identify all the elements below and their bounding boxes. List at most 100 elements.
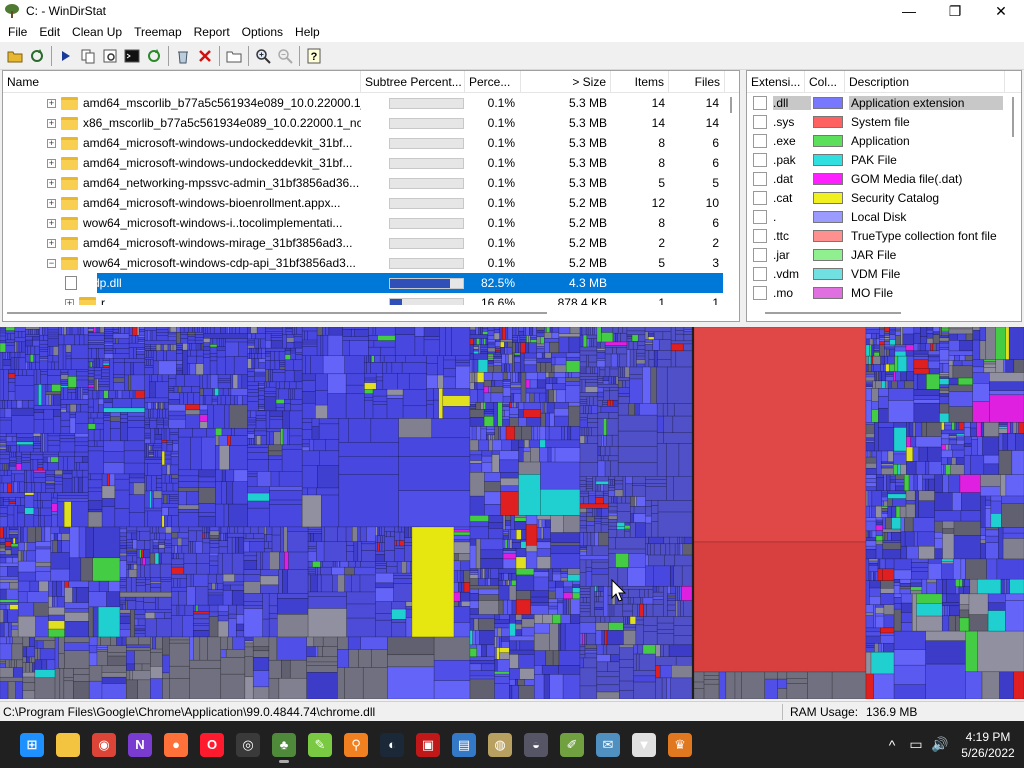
treemap-cell[interactable] xyxy=(60,387,64,400)
treemap-cell[interactable] xyxy=(939,403,950,414)
treemap-cell[interactable] xyxy=(865,540,877,547)
treemap-cell[interactable] xyxy=(178,475,200,482)
treemap-cell[interactable] xyxy=(879,327,885,330)
treemap-cell[interactable] xyxy=(144,490,150,509)
treemap-cell[interactable] xyxy=(244,656,254,678)
treemap-cell[interactable] xyxy=(217,611,229,616)
treemap-cell[interactable] xyxy=(301,327,318,332)
treemap-cell[interactable] xyxy=(926,338,934,344)
treemap-cell[interactable] xyxy=(263,541,269,549)
treemap-cell[interactable] xyxy=(941,449,953,458)
treemap-cell[interactable] xyxy=(220,395,226,406)
extension-row[interactable]: .pak PAK File xyxy=(747,150,1021,169)
treemap-cell[interactable] xyxy=(37,459,44,463)
treemap-cell[interactable] xyxy=(939,390,950,394)
treemap-cell[interactable] xyxy=(397,373,410,390)
treemap-cell[interactable] xyxy=(597,366,601,377)
treemap-cell[interactable] xyxy=(64,587,73,603)
treemap-cell[interactable] xyxy=(64,580,70,588)
treemap-cell[interactable] xyxy=(917,474,923,492)
treemap-cell[interactable] xyxy=(635,616,644,621)
treemap-cell[interactable] xyxy=(6,463,10,471)
treemap-cell[interactable] xyxy=(216,395,222,406)
treemap-cell[interactable] xyxy=(195,604,199,612)
recycle-icon[interactable] xyxy=(172,45,194,67)
treemap-cell[interactable] xyxy=(366,362,371,374)
treemap-cell[interactable] xyxy=(603,495,609,505)
treemap-cell[interactable] xyxy=(865,645,875,648)
treemap-cell[interactable] xyxy=(103,415,111,418)
treemap-cell[interactable] xyxy=(155,402,158,410)
treemap-cell[interactable] xyxy=(611,496,614,504)
treemap-cell[interactable] xyxy=(585,571,593,587)
treemap-cell[interactable] xyxy=(885,363,890,372)
treemap-cell[interactable] xyxy=(344,355,365,375)
treemap-cell[interactable] xyxy=(925,640,966,665)
treemap-cell[interactable] xyxy=(197,604,210,612)
treemap-cell[interactable] xyxy=(26,482,33,493)
treemap-cell[interactable] xyxy=(893,603,902,610)
treemap-cell[interactable] xyxy=(948,605,960,617)
treemap-cell[interactable] xyxy=(644,331,649,340)
column-files[interactable]: Files xyxy=(669,71,725,93)
treemap-cell[interactable] xyxy=(548,389,555,403)
treemap-cell[interactable] xyxy=(620,366,623,378)
treemap-cell[interactable] xyxy=(183,563,197,575)
treemap-cell[interactable] xyxy=(203,346,211,351)
treemap-cell[interactable] xyxy=(630,513,635,523)
treemap-cell[interactable] xyxy=(265,369,269,383)
treemap-cell[interactable] xyxy=(178,504,200,510)
treemap-cell[interactable] xyxy=(865,631,881,637)
treemap-cell[interactable] xyxy=(596,585,599,592)
treemap-cell[interactable] xyxy=(150,648,163,653)
treemap-cell[interactable] xyxy=(939,392,950,397)
treemap-cell[interactable] xyxy=(477,359,489,373)
treemap-cell[interactable] xyxy=(47,331,59,335)
treemap-cell[interactable] xyxy=(608,525,618,531)
treemap-cell[interactable] xyxy=(178,491,187,506)
treemap-cell[interactable] xyxy=(144,367,154,376)
treemap-cell[interactable] xyxy=(525,524,538,546)
treemap-cell[interactable] xyxy=(165,526,172,534)
treemap-cell[interactable] xyxy=(307,608,347,638)
treemap-cell[interactable] xyxy=(254,371,266,375)
treemap-cell[interactable] xyxy=(980,527,986,537)
treemap-cell[interactable] xyxy=(530,590,549,598)
treemap-cell[interactable] xyxy=(14,385,35,401)
treemap-cell[interactable] xyxy=(342,329,352,337)
treemap-cell[interactable] xyxy=(252,686,270,699)
treemap-cell[interactable] xyxy=(203,353,211,358)
treemap-cell[interactable] xyxy=(162,678,170,699)
treemap-cell[interactable] xyxy=(493,355,502,359)
treemap-cell[interactable] xyxy=(0,661,6,665)
treemap-cell[interactable] xyxy=(939,359,950,364)
treemap-cell[interactable] xyxy=(148,445,152,451)
treemap-cell[interactable] xyxy=(620,332,628,343)
treemap-cell[interactable] xyxy=(671,664,693,679)
treemap-cell[interactable] xyxy=(656,622,675,630)
treemap-cell[interactable] xyxy=(971,439,979,456)
treemap-cell[interactable] xyxy=(683,536,693,545)
menu-clean-up[interactable]: Clean Up xyxy=(66,22,128,42)
treemap-cell[interactable] xyxy=(550,515,564,533)
treemap-cell[interactable] xyxy=(198,515,216,528)
treemap-cell[interactable] xyxy=(595,480,609,485)
treemap-cell[interactable] xyxy=(254,358,260,369)
treemap-cell[interactable] xyxy=(17,560,37,573)
treemap-cell[interactable] xyxy=(150,583,162,588)
treemap-cell[interactable] xyxy=(0,332,7,337)
treemap-cell[interactable] xyxy=(124,374,129,391)
treemap-cell[interactable] xyxy=(941,429,965,435)
treemap-cell[interactable] xyxy=(941,332,950,337)
treemap-cell[interactable] xyxy=(33,419,45,434)
treemap-cell[interactable] xyxy=(112,343,130,349)
treemap-cell[interactable] xyxy=(911,562,929,569)
treemap-cell[interactable] xyxy=(883,474,887,492)
treemap-cell[interactable] xyxy=(127,412,146,417)
treemap-cell[interactable] xyxy=(156,532,160,541)
treemap-cell[interactable] xyxy=(198,481,216,488)
treemap-cell[interactable] xyxy=(619,659,634,668)
treemap-cell[interactable] xyxy=(0,659,6,663)
treemap-cell[interactable] xyxy=(203,388,213,396)
treemap-cell[interactable] xyxy=(327,373,347,394)
